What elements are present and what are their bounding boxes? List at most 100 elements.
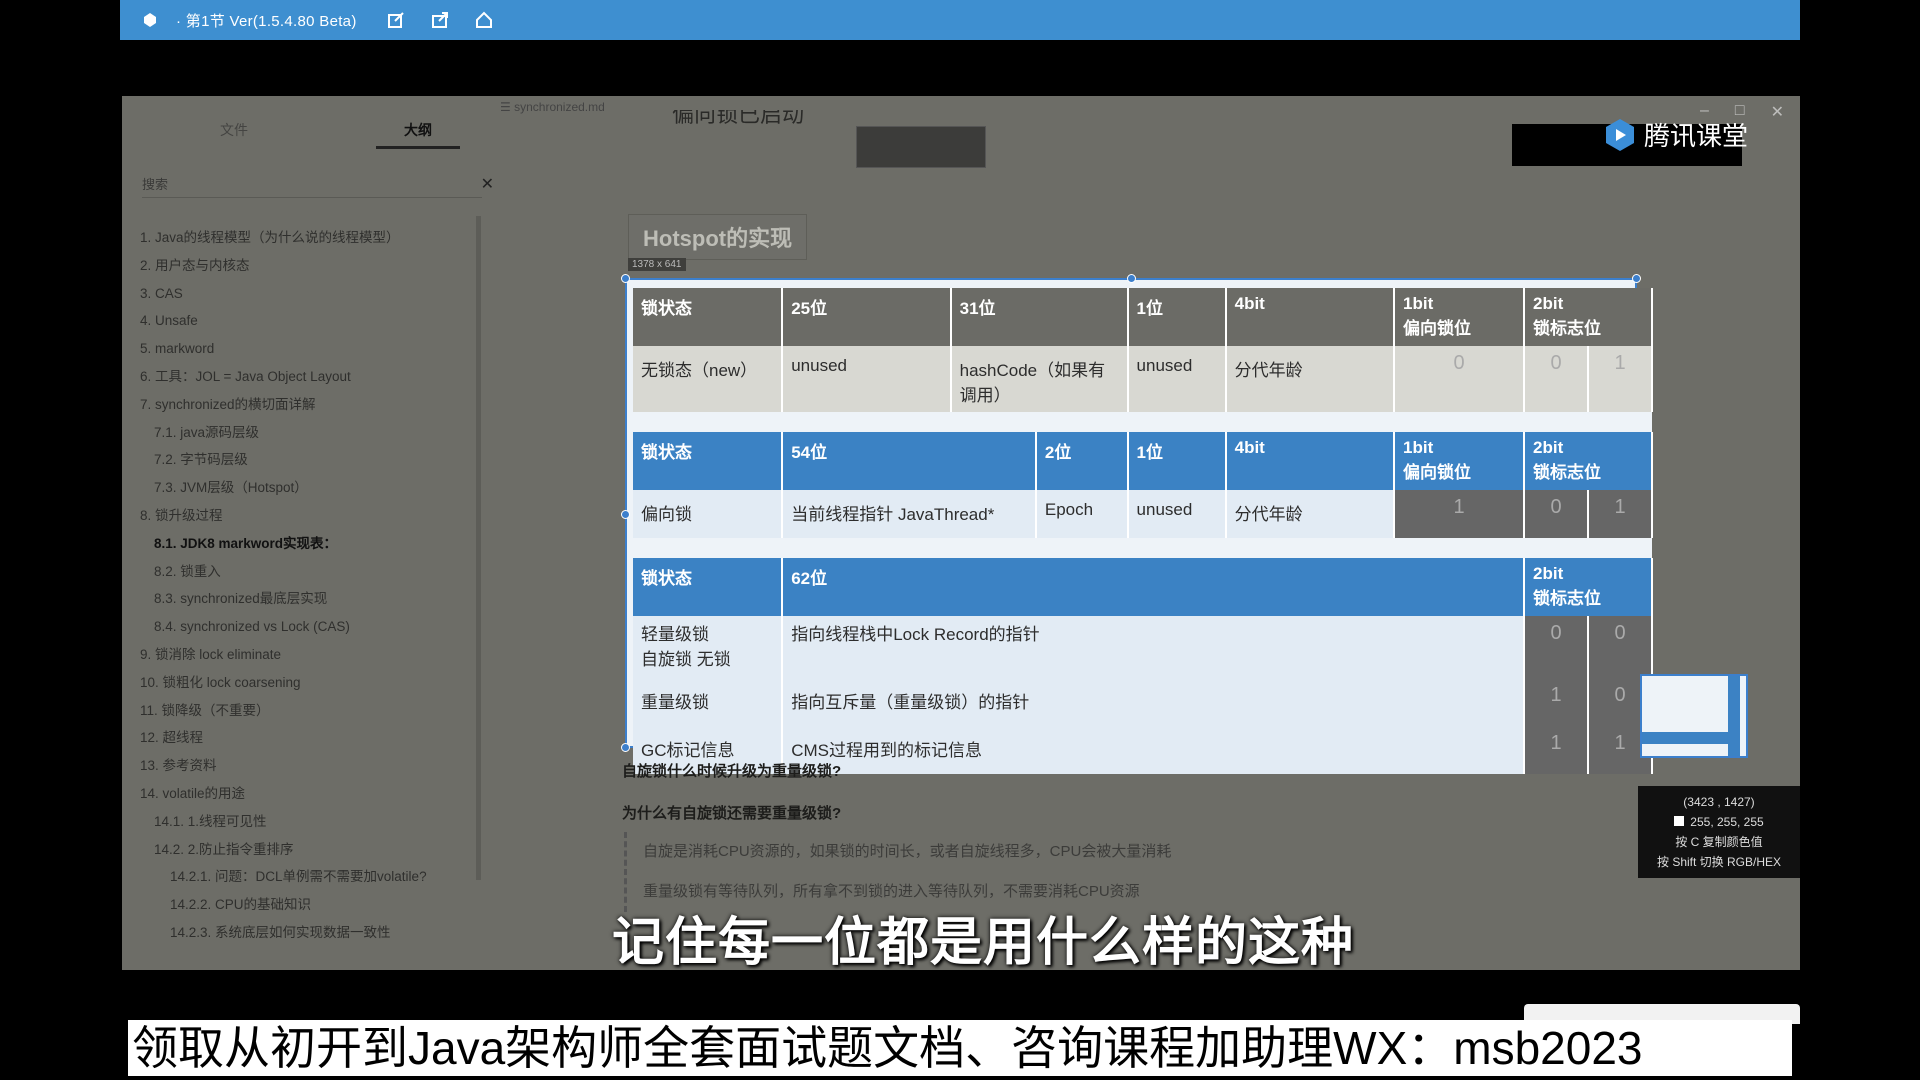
image-size-badge: 1378 x 641	[628, 258, 686, 271]
header-cell: 锁状态	[633, 432, 784, 490]
header-cell: 1位	[1127, 288, 1227, 346]
table-header-row: 锁状态 62位 2bit 锁标志位	[633, 558, 1653, 616]
outline-item[interactable]: 1. Java的线程模型（为什么说的线程模型）	[140, 224, 490, 252]
header-cell: 2bit 锁标志位	[1524, 288, 1653, 346]
markword-table: 锁状态 25位 31位 1位 4bit 1bit 偏向锁位 2bit 锁标志位 …	[633, 288, 1653, 774]
picker-hint: 按 C 复制颜色值	[1675, 835, 1763, 849]
cell-flag-bit: 0	[1524, 346, 1589, 412]
table-row: 轻量级锁 自旋锁 无锁 指向线程栈中Lock Record的指针 0 0	[633, 616, 1653, 678]
sidebar: 文件 大纲 搜索 ✕ 1. Java的线程模型（为什么说的线程模型） 2. 用户态…	[122, 96, 494, 970]
logo-text: 腾讯课堂	[1644, 121, 1749, 151]
outline-item[interactable]: 14.1. 1.线程可见性	[140, 808, 490, 836]
edit-icon[interactable]	[385, 9, 407, 31]
outline-search[interactable]: 搜索 ✕	[142, 170, 494, 198]
picker-rgb: 255, 255, 255	[1648, 812, 1790, 832]
cell-flag-bit: 0	[1524, 490, 1589, 538]
section-heading: Hotspot的实现	[628, 214, 808, 260]
document-tab[interactable]: ☰ synchronized.md	[500, 100, 605, 114]
outline-item[interactable]: 7. synchronized的横切面详解	[140, 391, 490, 419]
tab-files[interactable]: 文件	[192, 120, 276, 149]
outline-item[interactable]: 8.2. 锁重入	[140, 558, 490, 586]
cell-pointer: CMS过程用到的标记信息	[782, 726, 1526, 774]
header-cell: 4bit	[1225, 432, 1396, 490]
cell-state: 重量级锁	[633, 678, 784, 726]
cell-25bit: unused	[782, 346, 952, 412]
close-icon[interactable]: ✕	[1771, 102, 1784, 122]
home-icon[interactable]	[473, 9, 495, 31]
picker-hint: 按 Shift 切换 RGB/HEX	[1656, 855, 1782, 869]
video-subtitle: 记住每一位都是用什么样的这种	[612, 914, 1355, 972]
typora-window: – □ ✕ 文件 大纲 搜索 ✕ 1. Java的线程模型（为什么说的线程模型）…	[122, 96, 1800, 970]
resize-handle-top[interactable]	[1127, 274, 1136, 283]
color-swatch	[1674, 816, 1685, 826]
table-row: 偏向锁 当前线程指针 JavaThread* Epoch unused 分代年龄…	[633, 490, 1653, 538]
resize-handle-bottom-left[interactable]	[621, 743, 630, 752]
outline-item[interactable]: 12. 超线程	[140, 724, 490, 752]
sidebar-tabs: 文件 大纲	[192, 120, 460, 149]
outline-item[interactable]: 7.3. JVM层级（Hotspot）	[140, 474, 490, 502]
outline-item[interactable]: 14.2.2. CPU的基础知识	[140, 891, 490, 919]
header-cell: 锁状态	[633, 558, 784, 616]
outline-item[interactable]: 14.2.1. 问题：DCL单例需不需要加volatile?	[140, 863, 490, 891]
header-cell: 1位	[1127, 432, 1227, 490]
cell-flag-bit: 0	[1588, 616, 1653, 678]
header-cell: 54位	[782, 432, 1037, 490]
cell-54bit: 当前线程指针 JavaThread*	[782, 490, 1037, 538]
clear-search-icon[interactable]: ✕	[481, 174, 494, 194]
document-tab-label: synchronized.md	[514, 100, 605, 114]
header-cell: 2bit 锁标志位	[1524, 432, 1653, 490]
outline-list: 1. Java的线程模型（为什么说的线程模型） 2. 用户态与内核态 3. CAS 4…	[140, 224, 490, 947]
tencent-classroom-logo: 腾讯课堂	[1602, 116, 1748, 153]
outline-item[interactable]: 4. Unsafe	[140, 307, 490, 335]
screen: · 第1节 Ver(1.5.4.80 Beta) – □ ✕ 文件 大纲 搜索 …	[0, 0, 1920, 1080]
outline-item[interactable]: 10. 锁粗化 lock coarsening	[140, 669, 490, 697]
header-cell: 锁状态	[633, 288, 784, 346]
outline-item[interactable]: 11. 锁降级（不重要）	[140, 697, 490, 725]
outline-item[interactable]: 9. 锁消除 lock eliminate	[140, 641, 490, 669]
outline-item[interactable]: 8.4. synchronized vs Lock (CAS)	[140, 613, 490, 641]
cell-biased-bit: 1	[1394, 490, 1526, 538]
outline-item[interactable]: 14.2.3. 系统底层如何实现数据一致性	[140, 919, 490, 947]
outline-item[interactable]: 8. 锁升级过程	[140, 502, 490, 530]
search-placeholder: 搜索	[142, 177, 169, 192]
cell-pointer: 指向互斥量（重量级锁）的指针	[782, 678, 1526, 726]
resize-handle-left[interactable]	[621, 510, 630, 519]
table-row: 重量级锁 指向互斥量（重量级锁）的指针 1 0	[633, 678, 1653, 726]
header-cell: 2bit 锁标志位	[1524, 558, 1653, 616]
outline-item[interactable]: 3. CAS	[140, 280, 490, 308]
partial-heading: 偏向锁已启动	[672, 110, 805, 126]
cell-flag-bit: 1	[1588, 346, 1653, 412]
outline-item[interactable]: 6. 工具：JOL = Java Object Layout	[140, 363, 490, 391]
cell-31bit: hashCode（如果有调用）	[950, 346, 1129, 412]
app-logo-icon	[142, 12, 158, 28]
cell-age: 分代年龄	[1225, 490, 1396, 538]
outline-item[interactable]: 14. volatile的用途	[140, 780, 490, 808]
cell-pointer: 指向线程栈中Lock Record的指针	[782, 616, 1526, 678]
cell-state: 无锁态（new）	[633, 346, 784, 412]
resize-handle-top-right[interactable]	[1632, 274, 1641, 283]
share-icon[interactable]	[429, 9, 451, 31]
picker-coords: (3423 , 1427)	[1683, 795, 1755, 809]
cell-1bit: unused	[1127, 346, 1227, 412]
outline-item[interactable]: 8.3. synchronized最底层实现	[140, 585, 490, 613]
outline-item[interactable]: 7.1. java源码层级	[140, 419, 490, 447]
resize-handle-top-left[interactable]	[621, 274, 630, 283]
cell-biased-bit: 0	[1394, 346, 1526, 412]
magnifier-preview	[1640, 674, 1748, 758]
cell-epoch: Epoch	[1035, 490, 1129, 538]
player-titlebar: · 第1节 Ver(1.5.4.80 Beta)	[120, 0, 1800, 40]
outline-item[interactable]: 8.1. JDK8 markword实现表：	[140, 530, 490, 558]
titlebar-title: · 第1节 Ver(1.5.4.80 Beta)	[176, 12, 357, 30]
outline-item[interactable]: 7.2. 字节码层级	[140, 446, 490, 474]
sidebar-scrollbar[interactable]	[476, 216, 481, 880]
doc-icon: ☰	[500, 100, 515, 114]
outline-item[interactable]: 2. 用户态与内核态	[140, 252, 490, 280]
outline-item[interactable]: 5. markword	[140, 335, 490, 363]
promo-banner: 领取从初开到Java架构师全套面试题文档、咨询课程加助理WX：msb2023	[128, 1020, 1792, 1076]
header-cell: 62位	[782, 558, 1526, 616]
outline-item[interactable]: 13. 参考资料	[140, 752, 490, 780]
header-cell: 2位	[1035, 432, 1129, 490]
markword-table-image[interactable]: 锁状态 25位 31位 1位 4bit 1bit 偏向锁位 2bit 锁标志位 …	[621, 274, 1653, 774]
tab-outline[interactable]: 大纲	[376, 120, 460, 149]
outline-item[interactable]: 14.2. 2.防止指令重排序	[140, 836, 490, 864]
